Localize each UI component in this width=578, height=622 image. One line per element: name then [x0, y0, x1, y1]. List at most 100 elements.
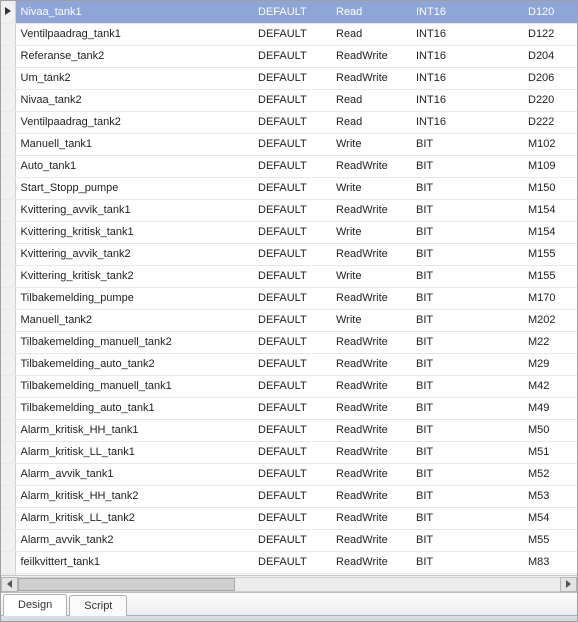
row-gutter[interactable]: [1, 67, 15, 89]
table-row[interactable]: Alarm_kritisk_HH_tank1DEFAULTReadWriteBI…: [1, 419, 577, 441]
table-row[interactable]: Tilbakemelding_manuell_tank2DEFAULTReadW…: [1, 331, 577, 353]
cell-name[interactable]: feilkvittert_tank1: [15, 551, 253, 573]
table-row[interactable]: Tilbakemelding_manuell_tank1DEFAULTReadW…: [1, 375, 577, 397]
cell-access[interactable]: ReadWrite: [331, 353, 411, 375]
cell-name[interactable]: Nivaa_tank1: [15, 1, 253, 23]
cell-access[interactable]: ReadWrite: [331, 485, 411, 507]
cell-access[interactable]: ReadWrite: [331, 67, 411, 89]
cell-type[interactable]: INT16: [411, 23, 523, 45]
table-row[interactable]: Nivaa_tank1DEFAULTReadINT16D120: [1, 1, 577, 23]
cell-address[interactable]: M22: [523, 331, 577, 353]
table-row[interactable]: Alarm_kritisk_LL_tank1DEFAULTReadWriteBI…: [1, 441, 577, 463]
row-gutter[interactable]: [1, 177, 15, 199]
cell-type[interactable]: INT16: [411, 89, 523, 111]
cell-scope[interactable]: DEFAULT: [253, 1, 331, 23]
row-gutter[interactable]: [1, 23, 15, 45]
cell-address[interactable]: D120: [523, 1, 577, 23]
row-gutter[interactable]: [1, 133, 15, 155]
cell-name[interactable]: Tilbakemelding_pumpe: [15, 287, 253, 309]
table-row[interactable]: Start_Stopp_pumpeDEFAULTWriteBITM150: [1, 177, 577, 199]
cell-access[interactable]: ReadWrite: [331, 243, 411, 265]
cell-access[interactable]: ReadWrite: [331, 331, 411, 353]
cell-scope[interactable]: DEFAULT: [253, 177, 331, 199]
cell-name[interactable]: Ventilpaadrag_tank2: [15, 111, 253, 133]
table-row[interactable]: feilkvittert_tank1DEFAULTReadWriteBITM83: [1, 551, 577, 573]
cell-address[interactable]: M52: [523, 463, 577, 485]
row-gutter[interactable]: [1, 287, 15, 309]
table-row[interactable]: Alarm_kritisk_LL_tank2DEFAULTReadWriteBI…: [1, 507, 577, 529]
cell-access[interactable]: Write: [331, 133, 411, 155]
cell-scope[interactable]: DEFAULT: [253, 441, 331, 463]
cell-scope[interactable]: DEFAULT: [253, 397, 331, 419]
cell-name[interactable]: Um_tank2: [15, 67, 253, 89]
cell-scope[interactable]: DEFAULT: [253, 155, 331, 177]
cell-address[interactable]: D222: [523, 111, 577, 133]
cell-scope[interactable]: DEFAULT: [253, 199, 331, 221]
row-gutter[interactable]: [1, 507, 15, 529]
cell-address[interactable]: D122: [523, 23, 577, 45]
cell-name[interactable]: Alarm_kritisk_LL_tank1: [15, 441, 253, 463]
table-row[interactable]: Ventilpaadrag_tank1DEFAULTReadINT16D122: [1, 23, 577, 45]
cell-address[interactable]: M102: [523, 133, 577, 155]
cell-address[interactable]: M55: [523, 529, 577, 551]
cell-type[interactable]: BIT: [411, 309, 523, 331]
scrollbar-thumb[interactable]: [18, 578, 235, 591]
cell-scope[interactable]: DEFAULT: [253, 353, 331, 375]
cell-scope[interactable]: DEFAULT: [253, 89, 331, 111]
cell-address[interactable]: M49: [523, 397, 577, 419]
cell-access[interactable]: ReadWrite: [331, 551, 411, 573]
cell-scope[interactable]: DEFAULT: [253, 507, 331, 529]
cell-name[interactable]: Manuell_tank2: [15, 309, 253, 331]
cell-type[interactable]: BIT: [411, 441, 523, 463]
row-gutter[interactable]: [1, 243, 15, 265]
cell-type[interactable]: INT16: [411, 1, 523, 23]
cell-scope[interactable]: DEFAULT: [253, 331, 331, 353]
table-row[interactable]: Alarm_kritisk_HH_tank2DEFAULTReadWriteBI…: [1, 485, 577, 507]
cell-type[interactable]: BIT: [411, 287, 523, 309]
cell-type[interactable]: INT16: [411, 45, 523, 67]
cell-name[interactable]: Tilbakemelding_manuell_tank2: [15, 331, 253, 353]
cell-address[interactable]: M83: [523, 551, 577, 573]
row-gutter[interactable]: [1, 551, 15, 573]
cell-access[interactable]: ReadWrite: [331, 529, 411, 551]
cell-address[interactable]: D204: [523, 45, 577, 67]
table-row[interactable]: Manuell_tank2DEFAULTWriteBITM202: [1, 309, 577, 331]
cell-type[interactable]: BIT: [411, 155, 523, 177]
cell-access[interactable]: Write: [331, 265, 411, 287]
cell-scope[interactable]: DEFAULT: [253, 23, 331, 45]
cell-type[interactable]: BIT: [411, 199, 523, 221]
table-row[interactable]: Ventilpaadrag_tank2DEFAULTReadINT16D222: [1, 111, 577, 133]
row-gutter[interactable]: [1, 441, 15, 463]
cell-name[interactable]: Alarm_avvik_tank1: [15, 463, 253, 485]
cell-name[interactable]: Kvittering_kritisk_tank1: [15, 221, 253, 243]
cell-name[interactable]: Tilbakemelding_auto_tank2: [15, 353, 253, 375]
scrollbar-track[interactable]: [18, 577, 560, 592]
cell-access[interactable]: ReadWrite: [331, 419, 411, 441]
cell-type[interactable]: BIT: [411, 221, 523, 243]
cell-scope[interactable]: DEFAULT: [253, 287, 331, 309]
cell-access[interactable]: ReadWrite: [331, 155, 411, 177]
cell-address[interactable]: M202: [523, 309, 577, 331]
cell-type[interactable]: INT16: [411, 67, 523, 89]
table-row[interactable]: Manuell_tank1DEFAULTWriteBITM102: [1, 133, 577, 155]
cell-type[interactable]: BIT: [411, 529, 523, 551]
cell-name[interactable]: Referanse_tank2: [15, 45, 253, 67]
scroll-right-button[interactable]: [560, 577, 577, 592]
cell-address[interactable]: M53: [523, 485, 577, 507]
cell-name[interactable]: Alarm_kritisk_HH_tank1: [15, 419, 253, 441]
row-gutter[interactable]: [1, 397, 15, 419]
cell-address[interactable]: M154: [523, 199, 577, 221]
cell-scope[interactable]: DEFAULT: [253, 133, 331, 155]
cell-access[interactable]: ReadWrite: [331, 199, 411, 221]
cell-type[interactable]: BIT: [411, 463, 523, 485]
cell-name[interactable]: Auto_tank1: [15, 155, 253, 177]
cell-name[interactable]: Tilbakemelding_manuell_tank1: [15, 375, 253, 397]
row-gutter[interactable]: [1, 221, 15, 243]
table-row[interactable]: Auto_tank1DEFAULTReadWriteBITM109: [1, 155, 577, 177]
cell-type[interactable]: BIT: [411, 375, 523, 397]
cell-access[interactable]: Write: [331, 221, 411, 243]
table-row[interactable]: Tilbakemelding_pumpeDEFAULTReadWriteBITM…: [1, 287, 577, 309]
cell-access[interactable]: ReadWrite: [331, 507, 411, 529]
cell-type[interactable]: BIT: [411, 419, 523, 441]
cell-scope[interactable]: DEFAULT: [253, 309, 331, 331]
